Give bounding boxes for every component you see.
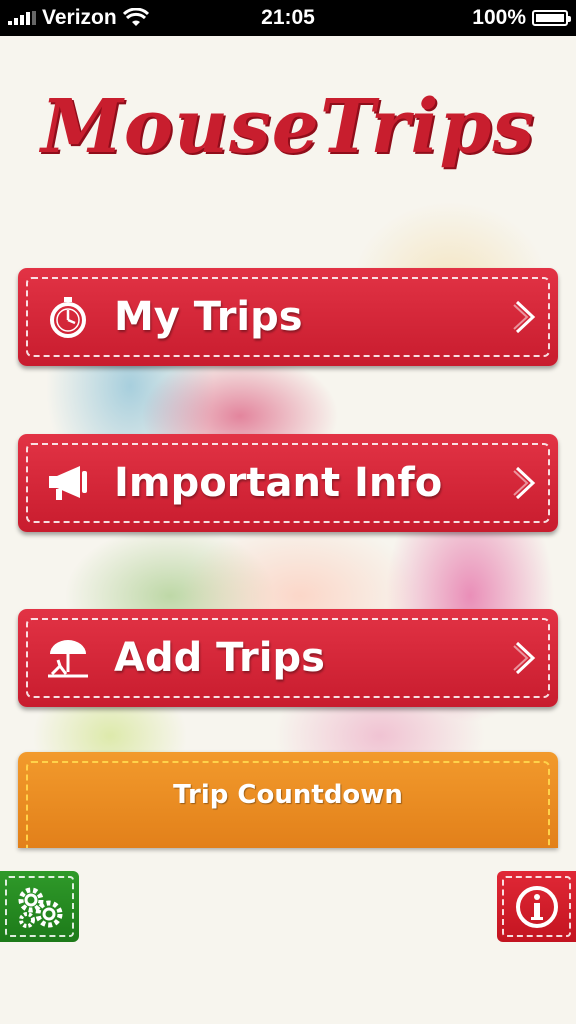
important-info-label: Important Info [114,460,443,506]
add-trips-label: Add Trips [114,635,325,681]
important-info-button[interactable]: Important Info [18,434,558,532]
info-button[interactable] [497,871,576,942]
status-bar: Verizon 21:05 100% [0,0,576,36]
info-icon [515,885,558,928]
chevron-right-icon [513,300,536,334]
chevron-right-icon [513,641,536,675]
settings-button[interactable] [0,871,79,942]
my-trips-button[interactable]: My Trips [18,268,558,366]
stopwatch-icon [50,297,86,338]
my-trips-label: My Trips [114,294,303,340]
beach-umbrella-icon [48,640,88,678]
add-trips-button[interactable]: Add Trips [18,609,558,707]
trip-countdown-button[interactable]: Trip Countdown [18,752,558,848]
chevron-right-icon [513,466,536,500]
gears-icon [18,887,62,928]
trip-countdown-label: Trip Countdown [173,780,403,810]
battery-group: 100% [472,6,571,30]
battery-icon [532,10,571,26]
battery-percent: 100% [472,6,526,29]
home-screen: MouseTrips My Trips Important Info Add T… [0,36,576,1024]
megaphone-icon [49,466,87,500]
app-logo: MouseTrips [41,84,535,170]
